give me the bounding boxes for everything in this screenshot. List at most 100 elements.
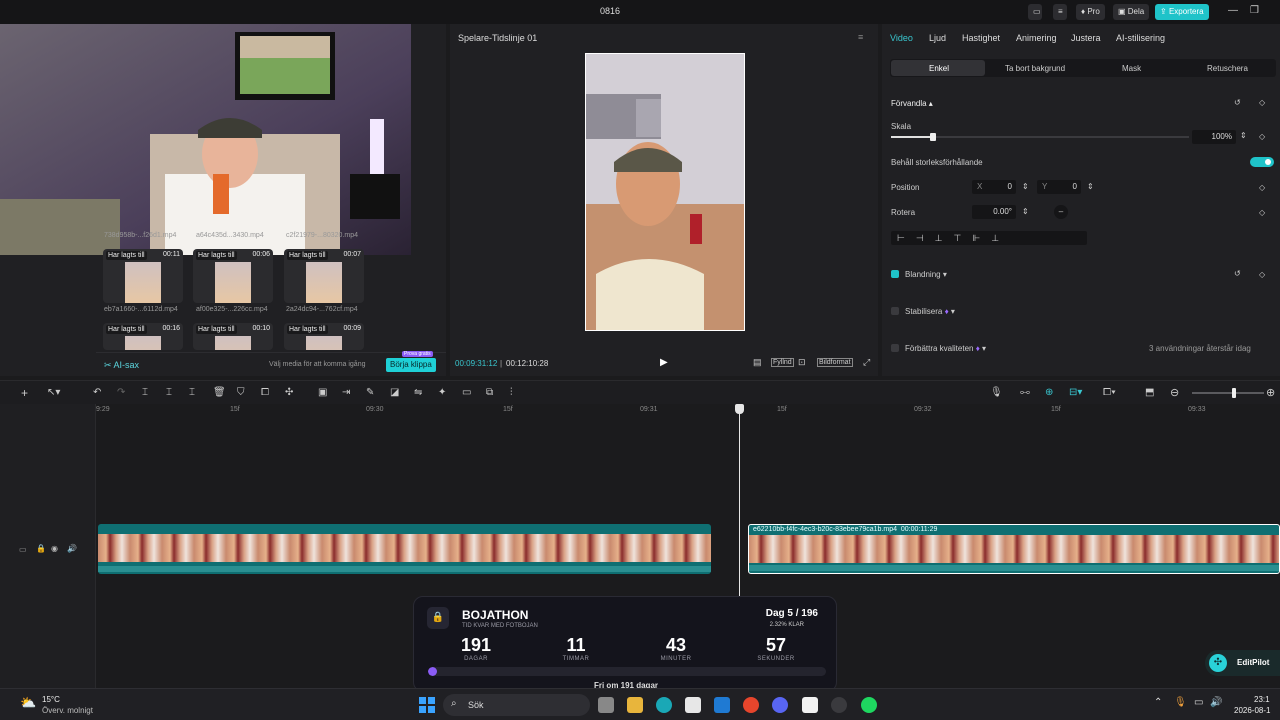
microphone-icon[interactable]: 🎙 [990,387,1003,398]
tab-animation[interactable]: Animering [1016,33,1057,43]
select-tool-icon[interactable]: ↖▾ [47,387,60,398]
subtab-basic[interactable]: Enkel [929,64,949,73]
extend-icon[interactable]: ⇥ [342,387,350,398]
scale-value-field[interactable]: 100% [1192,130,1236,144]
tab-ai-style[interactable]: AI-stilisering [1116,33,1165,43]
align-toolbar[interactable]: ⊢⊣⊥⊤⊩⊥ [891,231,1087,245]
scale-slider-handle[interactable] [929,133,936,141]
reset-icon[interactable]: ↺ [1234,98,1241,107]
y-stepper-icon[interactable]: ⇕ [1087,182,1094,191]
task-view-icon[interactable] [598,697,614,713]
ai-tool-icon[interactable]: ✣ [285,387,293,398]
minimize-icon[interactable]: — [1228,5,1238,16]
enhance-heading[interactable]: Förbättra kvaliteten ♦ ▾ [905,344,986,353]
stabilize-checkbox[interactable] [891,307,899,315]
media-thumbnail[interactable]: Har lagts till 00:16 [103,323,183,350]
eye-icon[interactable]: ◉ [51,544,58,553]
edge-icon[interactable] [656,697,672,713]
maximize-icon[interactable]: ❐ [1250,5,1259,16]
audio-meter-icon[interactable]: ▤ [753,357,762,368]
crop-icon[interactable]: ⧠ [261,387,269,398]
stabilize-heading[interactable]: Stabilisera ♦ ▾ [905,307,955,316]
chrome-icon[interactable] [743,697,759,713]
zoom-slider-handle[interactable] [1232,388,1236,398]
transition-icon[interactable]: ◪ [390,387,399,398]
keyframe-icon[interactable]: ◇ [1259,98,1265,107]
zoom-out-icon[interactable]: ⊖ [1170,386,1179,399]
zoom-slider[interactable] [1192,388,1264,398]
add-track-icon[interactable]: + [21,386,28,400]
tab-audio[interactable]: Ljud [929,33,946,43]
cover-icon[interactable]: ▭ [19,545,27,554]
scale-stepper-icon[interactable]: ⇕ [1240,131,1247,140]
windows-start-icon[interactable] [419,697,435,713]
tab-adjust[interactable]: Justera [1071,33,1101,43]
undo-icon[interactable]: ↶ [93,387,101,398]
redo-icon[interactable]: ↷ [117,387,125,398]
tray-chevron-icon[interactable]: ⌃ [1154,697,1162,708]
scale-slider[interactable] [891,133,1189,141]
transform-heading[interactable]: Förvandla ▴ [891,99,933,108]
fit-button[interactable]: Fyllnd [771,358,794,367]
file-explorer-icon[interactable] [627,697,643,713]
preview-axis-icon[interactable]: ⧠▾ [1103,387,1116,398]
store-icon[interactable] [685,697,701,713]
video-clip[interactable] [98,524,711,574]
keyframe-icon[interactable]: ◇ [1259,183,1265,192]
media-thumbnail[interactable]: Har lagts till 00:06 [193,249,273,303]
play-icon[interactable]: ▶ [660,357,668,368]
aspect-ratio-button[interactable]: Bildformat [817,358,853,367]
layout-icon[interactable]: ▭ [1028,4,1042,20]
reset-icon[interactable]: ↺ [1234,269,1241,278]
blend-heading[interactable]: Blandning ▾ [905,270,947,279]
lock-icon[interactable]: 🔒 [36,544,46,553]
search-input[interactable]: ⌕ Sök [443,694,590,716]
ai-cut-button[interactable]: ✂ AI-sax [104,360,139,371]
position-x-field[interactable]: X0 [972,180,1016,194]
media-thumbnail[interactable]: Har lagts till 00:10 [193,323,273,350]
rotate-dial-icon[interactable]: – [1054,205,1068,219]
pro-button[interactable]: ♦ Pro [1076,4,1105,20]
freeze-icon[interactable]: ▣ [318,387,327,398]
outlook-icon[interactable] [714,697,730,713]
tab-video[interactable]: Video [890,33,913,43]
spotify-icon[interactable] [861,697,877,713]
rotate-field[interactable]: 0.00° [972,205,1016,219]
delete-icon[interactable]: 🗑 [213,387,226,398]
video-clip-selected[interactable]: e62210bb-f4fc-4ec3-b20c-83ebee79ca1b.mp4… [748,524,1280,574]
draw-icon[interactable]: ✎ [366,387,374,398]
caption-icon[interactable]: ▭ [462,387,471,398]
share-button[interactable]: ▣ Dela [1113,4,1150,20]
obs-icon[interactable] [831,697,847,713]
trim-right-icon[interactable]: ⌶ [189,387,195,398]
blend-checkbox[interactable] [891,270,899,278]
fullscreen-icon[interactable]: ⤢ [863,357,870,368]
magic-icon[interactable]: ✦ [438,387,446,398]
capcut-icon[interactable] [802,697,818,713]
playhead-handle[interactable] [735,404,744,414]
link-icon[interactable]: ⧟ [1020,387,1030,398]
keyframe-icon[interactable]: ◇ [1259,270,1265,279]
shield-icon[interactable]: ⛉ [237,387,245,398]
snapshot-icon[interactable]: ⊡ [798,357,806,368]
player-menu-icon[interactable]: ≡ [858,32,863,42]
x-stepper-icon[interactable]: ⇕ [1022,182,1029,191]
media-thumbnail[interactable]: Har lagts till 00:07 [284,249,364,303]
subtab-retouch[interactable]: Retuschera [1207,64,1248,73]
start-editing-button[interactable]: Börja klippa [386,358,436,372]
magnet-icon[interactable]: ⊕ [1045,387,1053,398]
speaker-icon[interactable]: 🔊 [67,544,77,553]
video-preview[interactable] [585,53,745,331]
menu-icon[interactable]: ≡ [1053,4,1067,20]
audio-wave-icon[interactable]: ⫶ [510,387,513,398]
discord-icon[interactable] [772,697,788,713]
subtab-remove-background[interactable]: Ta bort bakgrund [1005,64,1065,73]
volume-icon[interactable]: 🔊 [1210,697,1222,708]
keep-ratio-toggle[interactable] [1250,157,1274,167]
media-thumbnail[interactable]: Har lagts till 00:11 [103,249,183,303]
tab-speed[interactable]: Hastighet [962,33,1000,43]
keyframe-icon[interactable]: ◇ [1259,132,1265,141]
zoom-in-icon[interactable]: ⊕ [1266,386,1275,399]
position-y-field[interactable]: Y0 [1037,180,1081,194]
enhance-checkbox[interactable] [891,344,899,352]
